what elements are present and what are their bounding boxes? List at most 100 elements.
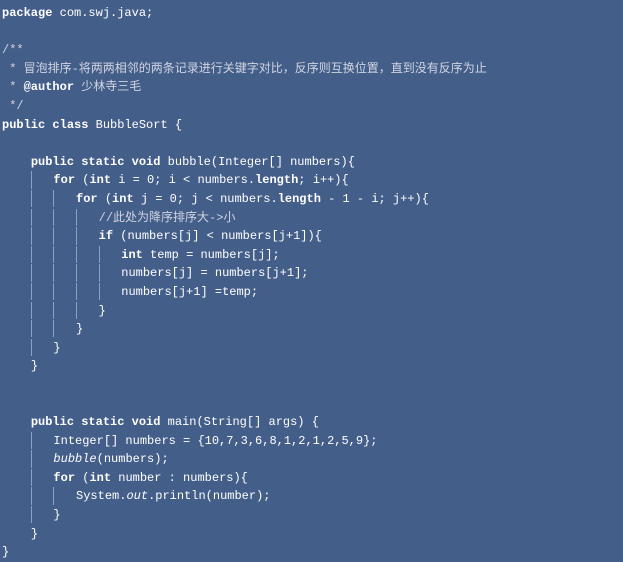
code-text: j = 0; j < numbers. bbox=[134, 192, 278, 206]
code-line: } bbox=[0, 320, 623, 339]
code-line: numbers[j] = numbers[j+1]; bbox=[0, 264, 623, 283]
indent-guide-icon bbox=[76, 209, 77, 226]
indent-guide-icon bbox=[76, 283, 77, 300]
code-text: numbers[j+1] =temp; bbox=[121, 285, 258, 299]
code-text: } bbox=[31, 359, 38, 373]
code-text: (numbers[j] < numbers[j+1]){ bbox=[113, 229, 322, 243]
code-text: - 1 - i; j++){ bbox=[321, 192, 429, 206]
indent-guide-icon bbox=[53, 320, 54, 337]
keyword-static: static bbox=[81, 415, 124, 429]
code-text: BubbleSort { bbox=[88, 118, 182, 132]
code-text: } bbox=[53, 508, 60, 522]
code-text: ( bbox=[75, 471, 89, 485]
keyword-int: int bbox=[89, 173, 111, 187]
code-line: } bbox=[0, 543, 623, 562]
code-line: } bbox=[0, 339, 623, 358]
indent-guide-icon bbox=[99, 264, 100, 281]
code-text: i = 0; i < numbers. bbox=[111, 173, 255, 187]
code-text: ( bbox=[98, 192, 112, 206]
code-text: ( bbox=[75, 173, 89, 187]
keyword-for: for bbox=[76, 192, 98, 206]
indent-guide-icon bbox=[53, 209, 54, 226]
keyword-for: for bbox=[53, 471, 75, 485]
indent-guide-icon bbox=[31, 302, 32, 319]
code-line: public class BubbleSort { bbox=[0, 116, 623, 135]
indent-guide-icon bbox=[31, 283, 32, 300]
code-text: } bbox=[31, 527, 38, 541]
code-line: public static void bubble(Integer[] numb… bbox=[0, 153, 623, 172]
keyword-void: void bbox=[132, 155, 161, 169]
code-line: for (int number : numbers){ bbox=[0, 469, 623, 488]
keyword-for: for bbox=[53, 173, 75, 187]
code-text: temp = numbers[j]; bbox=[143, 248, 280, 262]
blank-line bbox=[0, 23, 623, 42]
indent-guide-icon bbox=[31, 209, 32, 226]
code-line: } bbox=[0, 506, 623, 525]
code-text: numbers[j] = numbers[j+1]; bbox=[121, 266, 308, 280]
indent-guide-icon bbox=[53, 227, 54, 244]
indent-guide-icon bbox=[31, 264, 32, 281]
comment-line: * @author 少林寺三毛 bbox=[0, 78, 623, 97]
indent-guide-icon bbox=[76, 246, 77, 263]
code-text: } bbox=[2, 545, 9, 559]
javadoc-tag: @author bbox=[24, 80, 74, 94]
code-line: numbers[j+1] =temp; bbox=[0, 283, 623, 302]
comment-line: * 冒泡排序-将两两相邻的两条记录进行关键字对比，反序则互换位置，直到没有反序为… bbox=[0, 60, 623, 79]
indent-guide-icon bbox=[31, 227, 32, 244]
comment-text: 少林寺三毛 bbox=[74, 80, 141, 94]
blank-line bbox=[0, 376, 623, 395]
code-line: package com.swj.java; bbox=[0, 4, 623, 23]
indent-guide-icon bbox=[53, 264, 54, 281]
code-text: main(String[] args) { bbox=[160, 415, 318, 429]
code-text: } bbox=[99, 304, 106, 318]
indent-guide-icon bbox=[99, 246, 100, 263]
code-line: } bbox=[0, 357, 623, 376]
keyword-int: int bbox=[121, 248, 143, 262]
indent-guide-icon bbox=[76, 227, 77, 244]
indent-guide-icon bbox=[53, 190, 54, 207]
code-line: } bbox=[0, 525, 623, 544]
code-text: bubble(Integer[] numbers){ bbox=[160, 155, 354, 169]
code-line: //此处为降序排序大->小 bbox=[0, 209, 623, 228]
code-line: for (int j = 0; j < numbers.length - 1 -… bbox=[0, 190, 623, 209]
keyword-static: static bbox=[81, 155, 124, 169]
keyword-void: void bbox=[132, 415, 161, 429]
comment-line: /** bbox=[0, 41, 623, 60]
keyword-int: int bbox=[112, 192, 134, 206]
code-line: bubble(numbers); bbox=[0, 450, 623, 469]
code-line: if (numbers[j] < numbers[j+1]){ bbox=[0, 227, 623, 246]
code-text: System. bbox=[76, 489, 126, 503]
keyword-length: length bbox=[278, 192, 321, 206]
indent-guide-icon bbox=[76, 302, 77, 319]
code-line: public static void main(String[] args) { bbox=[0, 413, 623, 432]
field-ref: out bbox=[126, 489, 148, 503]
code-line: for (int i = 0; i < numbers.length; i++)… bbox=[0, 171, 623, 190]
indent-guide-icon bbox=[53, 487, 54, 504]
code-text: com.swj.java; bbox=[52, 6, 153, 20]
keyword-class: class bbox=[52, 118, 88, 132]
indent-guide-icon bbox=[53, 302, 54, 319]
blank-line bbox=[0, 134, 623, 153]
indent-guide-icon bbox=[31, 506, 32, 523]
code-text: } bbox=[53, 341, 60, 355]
code-text: number : numbers){ bbox=[111, 471, 248, 485]
indent-guide-icon bbox=[53, 246, 54, 263]
indent-guide-icon bbox=[31, 190, 32, 207]
indent-guide-icon bbox=[31, 171, 32, 188]
indent-guide-icon bbox=[31, 450, 32, 467]
indent-guide-icon bbox=[53, 283, 54, 300]
indent-guide-icon bbox=[31, 339, 32, 356]
code-text: } bbox=[76, 322, 83, 336]
indent-guide-icon bbox=[31, 246, 32, 263]
keyword-int: int bbox=[89, 471, 111, 485]
comment-line: */ bbox=[0, 97, 623, 116]
keyword-package: package bbox=[2, 6, 52, 20]
keyword-public: public bbox=[31, 415, 74, 429]
code-text: Integer[] numbers = {10,7,3,6,8,1,2,1,2,… bbox=[53, 434, 377, 448]
code-text: .println(number); bbox=[148, 489, 270, 503]
keyword-public: public bbox=[2, 118, 45, 132]
comment-text: //此处为降序排序大->小 bbox=[99, 211, 236, 225]
code-line: System.out.println(number); bbox=[0, 487, 623, 506]
code-line: int temp = numbers[j]; bbox=[0, 246, 623, 265]
code-line: Integer[] numbers = {10,7,3,6,8,1,2,1,2,… bbox=[0, 432, 623, 451]
